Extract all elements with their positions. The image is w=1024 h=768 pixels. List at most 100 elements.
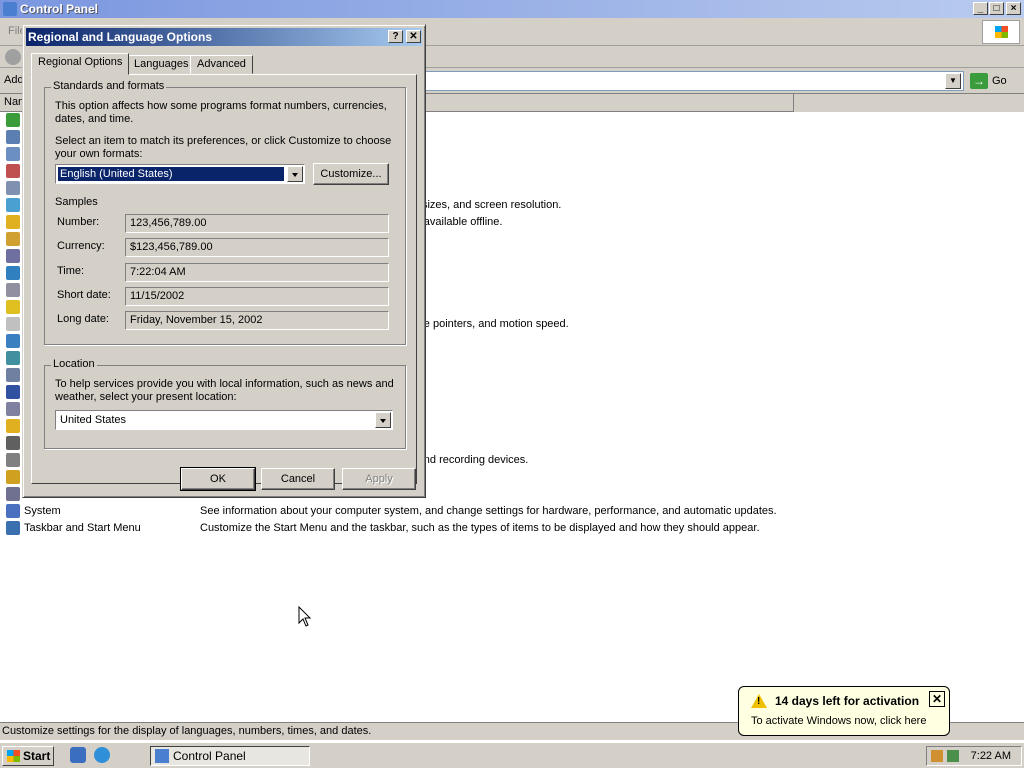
location-label: Location [51,358,97,370]
windows-flag-icon [7,750,20,762]
control-panel-titlebar[interactable]: Control Panel _ □ × [0,0,1024,18]
go-button[interactable]: → Go [970,71,1020,91]
go-label: Go [992,75,1007,87]
applet-icon [6,487,20,501]
sample-time-value: 7:22:04 AM [125,263,389,282]
quicklaunch-ie-icon[interactable] [94,747,110,763]
applet-icon [6,436,20,450]
sample-time-label: Time: [57,265,85,277]
address-dropdown-button[interactable]: ▼ [945,73,961,89]
balloon-title: 14 days left for activation [775,694,920,708]
chevron-down-icon [292,173,298,177]
applet-icon [6,368,20,382]
regional-options-panel: Standards and formats This option affect… [31,74,417,484]
task-label: Control Panel [173,749,246,763]
balloon-text[interactable]: To activate Windows now, click here [751,715,926,727]
dialog-title: Regional and Language Options [28,30,213,44]
system-tray: 7:22 AM [926,746,1022,766]
applet-icon [6,232,20,246]
windows-logo-icon [982,20,1020,44]
location-select[interactable]: United States [55,410,393,430]
applet-icon [6,402,20,416]
applet-icon [6,334,20,348]
mouse-cursor-icon [298,606,312,627]
back-icon[interactable] [5,49,21,65]
tab-regional-options[interactable]: Regional Options [31,53,130,75]
status-text: Customize settings for the display of la… [2,725,372,737]
applet-icon [6,198,20,212]
applet-icon [6,300,20,314]
location-line1: To help services provide you with local … [55,378,394,390]
applet-icon [6,130,20,144]
standards-formats-label: Standards and formats [51,80,167,92]
standards-intro-line2: dates, and time. [55,113,134,125]
balloon-close-button[interactable]: ✕ [929,691,945,707]
sample-long-date-label: Long date: [57,313,109,325]
activation-tray-icon[interactable] [931,750,943,762]
restore-button[interactable]: □ [989,2,1004,15]
applet-icon [6,504,20,518]
taskbar-control-panel-button[interactable]: Control Panel [150,746,310,766]
format-select[interactable]: English (United States) [55,164,305,184]
samples-label: Samples [55,196,98,208]
sample-currency-value: $123,456,789.00 [125,238,389,257]
tab-advanced[interactable]: Advanced [190,55,253,74]
tab-languages[interactable]: Languages [127,55,196,74]
sample-long-date-value: Friday, November 15, 2002 [125,311,389,330]
applet-icon [6,266,20,280]
minimize-button[interactable]: _ [973,2,988,15]
applet-icon [6,470,20,484]
applet-icon [6,521,20,535]
location-select-value: United States [60,414,127,426]
applet-description: See information about your computer syst… [200,505,777,517]
standards-formats-group: Standards and formats This option affect… [44,80,406,345]
standards-select-line2: your own formats: [55,148,143,160]
sample-number-label: Number: [57,216,100,228]
location-group: Location To help services provide you wi… [44,358,406,449]
dialog-titlebar[interactable]: Regional and Language Options ? ✕ [26,28,422,46]
location-line2: weather, select your present location: [55,391,237,403]
format-dropdown-button[interactable] [287,166,303,182]
activation-balloon[interactable]: ! 14 days left for activation To activat… [738,686,950,736]
format-select-value: English (United States) [58,167,284,181]
applet-description: Customize the Start Menu and the taskbar… [200,522,760,534]
applet-icon [6,181,20,195]
warning-icon: ! [751,694,767,708]
standards-select-line1: Select an item to match its preferences,… [55,135,392,147]
applet-name: Taskbar and Start Menu [24,522,141,534]
applet-icon [6,385,20,399]
applet-icon [6,419,20,433]
taskbar: Start Control Panel 7:22 AM [0,742,1024,768]
help-button[interactable]: ? [388,30,403,43]
ok-button[interactable]: OK [180,467,256,491]
applet-icon [6,164,20,178]
applet-name: System [24,505,61,517]
sample-number-value: 123,456,789.00 [125,214,389,233]
chevron-down-icon [380,419,386,423]
control-panel-icon [155,749,169,763]
network-tray-icon[interactable] [947,750,959,762]
cancel-button[interactable]: Cancel [261,468,335,490]
clock[interactable]: 7:22 AM [971,750,1011,762]
customize-button[interactable]: Customize... [313,163,389,185]
dialog-close-button[interactable]: ✕ [406,30,421,43]
apply-button[interactable]: Apply [342,468,416,490]
applet-icon [6,147,20,161]
control-panel-window-icon [3,2,17,16]
standards-intro-line1: This option affects how some programs fo… [55,100,387,112]
applet-icon [6,351,20,365]
applet-icon [6,113,20,127]
go-arrow-icon: → [970,73,988,89]
applet-icon [6,283,20,297]
location-dropdown-button[interactable] [375,412,391,428]
list-item[interactable]: Taskbar and Start Menu Customize the Star… [0,520,1024,537]
quicklaunch-explorer-icon[interactable] [70,747,86,763]
applet-icon [6,215,20,229]
close-window-button[interactable]: × [1006,2,1021,15]
applet-icon [6,249,20,263]
applet-icon [6,453,20,467]
sample-short-date-label: Short date: [57,289,111,301]
start-button[interactable]: Start [2,746,54,766]
control-panel-title: Control Panel [20,2,99,16]
list-item[interactable]: System See information about your compute… [0,503,1024,520]
